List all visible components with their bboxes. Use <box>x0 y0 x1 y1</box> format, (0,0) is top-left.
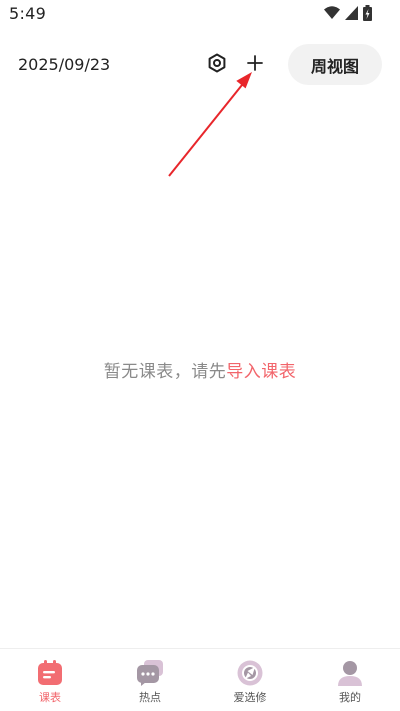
add-button[interactable] <box>242 52 268 78</box>
current-date: 2025/09/23 <box>18 55 111 74</box>
explore-icon <box>236 659 264 687</box>
nav-item-profile[interactable]: 我的 <box>300 649 400 711</box>
status-bar: 5:49 <box>0 0 400 30</box>
week-view-button[interactable]: 周视图 <box>288 44 382 85</box>
nav-item-schedule[interactable]: 课表 <box>0 649 100 711</box>
app-screen: 5:49 2025/09/23 周视图 暂无课表，请先导入课表 课表 热点 爱选… <box>0 0 400 711</box>
nav-item-hot[interactable]: 热点 <box>100 649 200 711</box>
calendar-icon <box>36 659 64 687</box>
settings-icon <box>207 53 227 77</box>
battery-icon <box>363 5 372 21</box>
nav-label: 热点 <box>139 691 161 704</box>
status-time: 5:49 <box>9 4 47 23</box>
nav-label: 我的 <box>339 691 361 704</box>
plus-icon <box>247 55 263 75</box>
wifi-icon <box>324 6 340 20</box>
header-bar: 2025/09/23 周视图 <box>0 44 400 86</box>
empty-state-message: 暂无课表，请先 <box>103 362 227 382</box>
chat-bubbles-icon <box>136 659 164 687</box>
empty-state: 暂无课表，请先导入课表 <box>0 357 400 382</box>
signal-icon <box>345 6 358 20</box>
person-icon <box>336 659 364 687</box>
bottom-nav: 课表 热点 爱选修 我的 <box>0 648 400 711</box>
nav-label: 课表 <box>39 691 61 704</box>
nav-item-electives[interactable]: 爱选修 <box>200 649 300 711</box>
nav-label: 爱选修 <box>233 691 267 704</box>
status-icons <box>324 5 372 21</box>
annotation-arrow <box>168 72 252 177</box>
settings-button[interactable] <box>205 53 229 77</box>
import-schedule-link[interactable]: 导入课表 <box>226 362 296 382</box>
